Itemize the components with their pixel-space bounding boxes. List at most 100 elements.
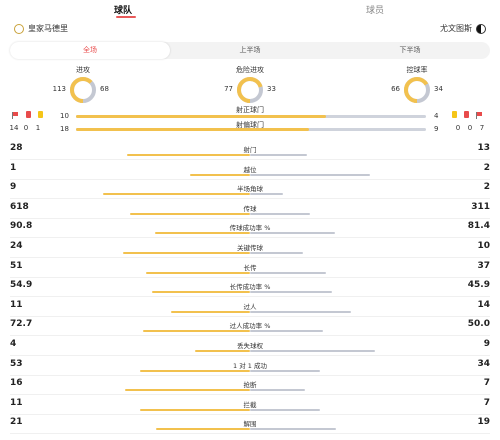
ring-stat-dangerous-attack: 危险进攻 77 33 [205,63,295,103]
stat-home-value: 11 [10,397,23,408]
stat-label: 拦截 [243,400,257,409]
stat-home-value: 24 [10,240,23,251]
ring-label: 进攻 [76,66,90,74]
ring-stat-possession: 控球率 66 34 [372,63,462,103]
stat-away-value: 19 [477,417,490,428]
ring-away-value: 68 [100,85,109,93]
shots-on-target-label: 射正球门 [236,106,264,114]
stat-row: 28 射门 13 [0,140,500,160]
stat-away-bar [250,193,283,196]
away-corners-count: 7 [479,124,485,132]
stat-row: 11 过人 14 [0,297,500,317]
tab-players[interactable]: 球员 [366,3,384,16]
away-card-counts: 0 0 7 [452,124,488,132]
stat-home-bar [130,212,250,215]
stat-away-bar [250,369,321,372]
stat-away-value: 2 [483,182,490,193]
stat-row: 4 丢失球权 9 [0,336,500,356]
stat-label: 抢断 [243,381,257,390]
period-second-half[interactable]: 下半场 [330,42,490,59]
stat-home-bar [151,291,250,294]
stat-label: 长传 [243,263,257,272]
shots-off-target-home-bar [76,128,310,131]
stat-row: 53 1 对 1 成功 34 [0,356,500,376]
ring-stat-attack: 进攻 113 68 [38,63,128,103]
stat-home-bar [140,369,250,372]
period-first-half[interactable]: 上半场 [170,42,330,59]
away-shots-on-target: 4 [434,112,439,120]
stat-home-bar [170,310,250,313]
stat-home-bar [143,330,250,333]
stat-row: 72.7 过人成功率 % 50.0 [0,316,500,337]
stats-list: 28 射门 13 1 越位 2 9 半场角球 2 618 传球 311 90.8 传球成功率 % 81.4 2… [0,140,500,435]
stat-home-bar [155,428,250,431]
stat-row: 1 越位 2 [0,160,500,180]
stat-home-value: 618 [10,201,29,212]
stat-away-bar [250,330,324,333]
stat-away-value: 50.0 [467,319,490,330]
teams-header: 皇家马德里 尤文图斯 [0,18,500,40]
row-divider [10,433,490,435]
stat-home-value: 51 [10,260,23,271]
away-yellow-count: 0 [455,124,461,132]
stat-away-bar [250,154,308,156]
stat-home-bar [145,271,250,274]
stat-home-value: 54.9 [10,280,33,291]
stat-label: 解围 [243,420,257,429]
stat-row: 9 半场角球 2 [0,179,500,200]
ring-donut [237,77,263,103]
juventus-crest-icon [476,23,486,34]
stat-away-value: 311 [471,201,490,212]
stat-away-bar [250,291,332,294]
stat-away-bar [250,389,305,392]
top-tabs: 球队 球员 [0,0,500,18]
stat-home-value: 28 [10,143,23,153]
stat-home-bar [102,193,250,196]
away-red-count: 0 [467,124,473,132]
stat-home-value: 72.7 [10,319,33,330]
ring-away-value: 33 [267,85,276,93]
stat-away-bar [250,428,336,431]
stat-label: 丢失球权 [237,341,263,350]
stat-home-bar [155,232,250,235]
away-team-name: 尤文图斯 [440,24,472,33]
away-team[interactable]: 尤文图斯 [440,23,490,34]
stat-away-bar [250,173,370,176]
stat-away-value: 13 [477,143,490,153]
stat-home-value: 53 [10,358,23,369]
home-shots-off-target: 18 [60,125,69,133]
stat-home-value: 16 [10,378,23,389]
home-team-name: 皇家马德里 [28,24,68,33]
stat-away-value: 81.4 [467,221,490,232]
red-card-icon [464,111,469,118]
period-selector: 全场 上半场 下半场 [10,42,490,59]
ring-label: 控球率 [406,66,428,74]
ring-away-value: 34 [434,85,443,93]
stat-home-bar [124,389,250,392]
stat-label: 传球 [243,204,257,213]
away-shots-off-target: 9 [434,125,439,133]
ring-home-value: 77 [224,85,233,93]
stat-row: 11 拦截 7 [0,395,500,415]
shots-on-target-home-bar [76,115,326,118]
stat-away-value: 9 [483,338,490,349]
stat-label: 1 对 1 成功 [233,361,267,370]
period-full-match[interactable]: 全场 [10,42,170,59]
stat-home-value: 21 [10,417,23,428]
home-team[interactable]: 皇家马德里 [10,23,68,34]
stat-row: 16 抢断 7 [0,375,500,396]
tab-team[interactable]: 球队 [114,3,132,16]
stat-row: 51 长传 37 [0,258,500,278]
stat-away-value: 2 [483,162,490,173]
stat-row: 90.8 传球成功率 % 81.4 [0,218,500,239]
stat-label: 关键传球 [237,243,263,252]
stat-away-value: 7 [483,378,490,389]
stat-home-value: 90.8 [10,221,33,232]
stat-row: 24 关键传球 10 [0,238,500,258]
stat-row: 54.9 长传成功率 % 45.9 [0,277,500,298]
stat-label: 过人 [243,302,257,311]
stat-away-value: 37 [477,260,490,271]
stat-label: 射门 [243,146,257,154]
stat-away-value: 10 [477,240,490,251]
real-madrid-crest-icon [14,23,24,34]
